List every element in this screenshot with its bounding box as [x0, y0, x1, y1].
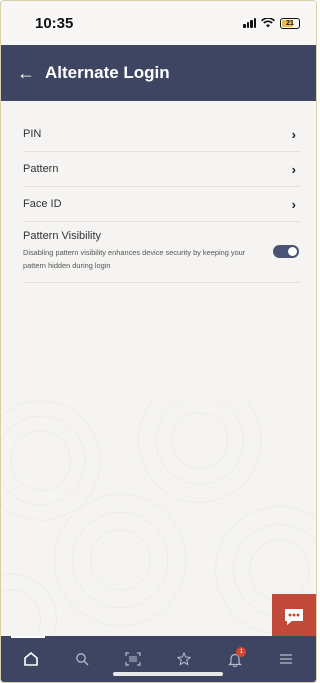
nav-favorites[interactable]	[169, 644, 199, 674]
chevron-right-icon: ›	[291, 161, 296, 177]
nav-scan[interactable]	[118, 644, 148, 674]
settings-menu: PIN › Pattern › Face ID › Pattern Visibi…	[23, 117, 300, 283]
star-icon	[177, 652, 192, 666]
nav-search[interactable]	[67, 644, 97, 674]
search-icon	[75, 653, 89, 666]
menu-item-label: Pattern	[23, 163, 59, 175]
home-indicator	[113, 672, 223, 676]
battery-level: 21	[286, 19, 294, 27]
status-time: 10:35	[35, 14, 74, 32]
chevron-right-icon: ›	[291, 126, 296, 142]
menu-item-pattern[interactable]: Pattern ›	[23, 152, 300, 187]
menu-item-label: Face ID	[23, 198, 62, 210]
content-area: PIN › Pattern › Face ID › Pattern Visibi…	[1, 101, 316, 640]
phone-frame: 10:35 21 ← Alternate Login PIN › Pattern…	[0, 0, 317, 683]
chat-button[interactable]	[272, 594, 316, 640]
menu-item-pin[interactable]: PIN ›	[23, 117, 300, 152]
pattern-visibility-description: Disabling pattern visibility enhances de…	[23, 248, 246, 270]
notification-badge: 1	[236, 647, 247, 657]
pattern-visibility-row: Pattern Visibility Disabling pattern vis…	[23, 222, 300, 283]
battery-icon: 21	[280, 17, 300, 29]
arrow-left-icon[interactable]: ←	[17, 64, 35, 82]
pattern-visibility-toggle[interactable]	[273, 244, 299, 258]
active-tab-indicator	[11, 636, 45, 638]
nav-home[interactable]	[16, 644, 46, 674]
app-header: ← Alternate Login	[1, 45, 316, 101]
menu-item-label: PIN	[23, 128, 42, 140]
chat-bubble-icon	[285, 609, 303, 625]
pattern-visibility-title: Pattern Visibility	[23, 230, 102, 242]
page-title: Alternate Login	[45, 63, 170, 82]
toggle-knob	[288, 246, 297, 256]
home-icon	[23, 651, 38, 666]
nav-notifications[interactable]: 1	[220, 644, 250, 674]
pattern-visibility-text: Pattern Visibility Disabling pattern vis…	[23, 230, 258, 272]
background-pattern	[1, 401, 316, 640]
status-icons: 21	[243, 17, 300, 29]
wifi-icon	[261, 18, 275, 28]
menu-item-face-id[interactable]: Face ID ›	[23, 187, 300, 222]
menu-icon	[280, 654, 293, 664]
bottom-nav: 1	[1, 636, 316, 682]
nav-menu[interactable]	[271, 644, 301, 674]
signal-icon	[243, 18, 256, 28]
status-bar: 10:35 21	[1, 1, 316, 45]
scan-icon	[125, 652, 141, 666]
chevron-right-icon: ›	[291, 196, 296, 212]
